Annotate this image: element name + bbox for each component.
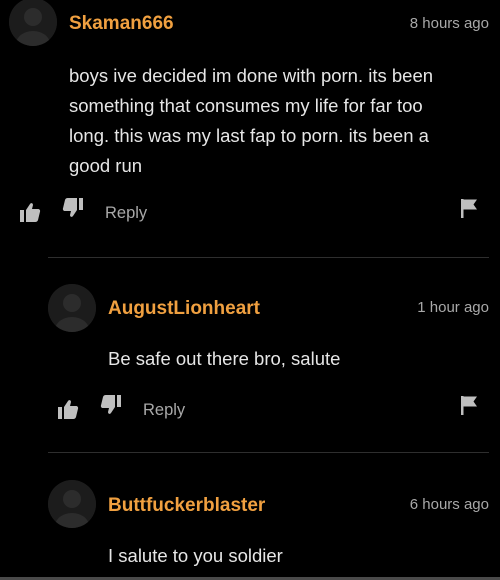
comment-line: Be safe out there bro, salute [108,348,341,369]
thumbs-down-icon[interactable] [62,197,84,219]
timestamp: 6 hours ago [409,496,489,513]
username[interactable]: AugustLionheart [108,298,260,320]
comment-actions: Reply [0,197,500,224]
comment-3: Buttfuckerblaster 6 hours ago I salute t… [0,453,500,577]
avatar-placeholder-icon [9,0,57,46]
username[interactable]: Buttfuckerblaster [108,495,265,517]
timestamp: 8 hours ago [409,15,489,32]
reply-button[interactable]: Reply [105,203,147,223]
comment-line: good run [69,155,143,176]
comment-line: something that consumes my life for far … [69,95,423,116]
thumbs-up-icon[interactable] [19,201,41,223]
flag-icon[interactable] [460,198,478,218]
comment-line: long. this was my last fap to porn. its … [69,125,429,146]
comment-text: I salute to you soldier [108,541,488,571]
flag-icon[interactable] [460,395,478,415]
comment-1: Skaman666 8 hours ago boys ive decided i… [0,0,500,250]
comment-line: boys ive decided im done with porn. its … [69,65,434,86]
avatar-placeholder-icon [48,480,96,528]
avatar[interactable] [48,284,96,332]
avatar-placeholder-icon [48,284,96,332]
comment-line: I salute to you soldier [108,545,283,566]
thumbs-down-icon[interactable] [100,394,122,416]
username[interactable]: Skaman666 [69,13,174,35]
reply-button[interactable]: Reply [143,400,185,420]
comment-text: Be safe out there bro, salute [108,344,488,374]
timestamp: 1 hour ago [417,299,489,316]
comment-actions: Reply [0,394,500,421]
avatar[interactable] [9,0,57,46]
comment-2: AugustLionheart 1 hour ago Be safe out t… [0,258,500,448]
thumbs-up-icon[interactable] [57,398,79,420]
avatar[interactable] [48,480,96,528]
comment-text: boys ive decided im done with porn. its … [69,61,489,181]
